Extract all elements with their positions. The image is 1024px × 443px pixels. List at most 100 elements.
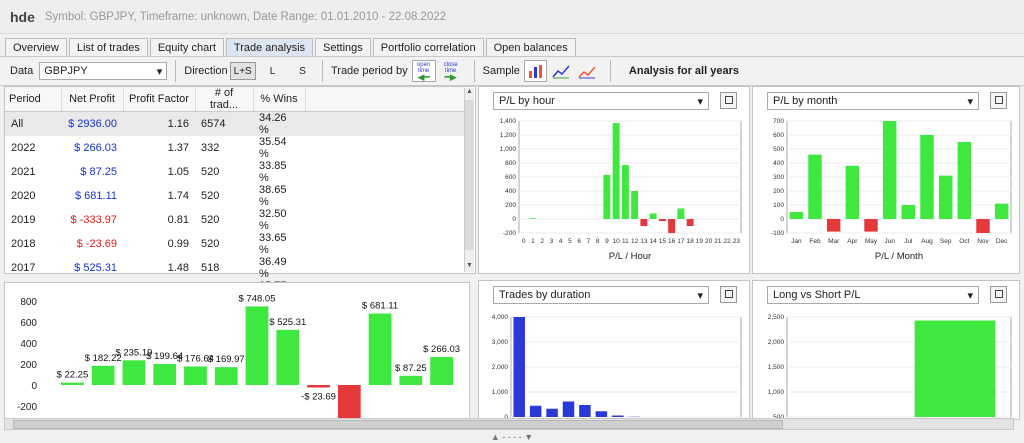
y-tick-label: -200 [17,402,37,413]
open-time-button[interactable]: open time ◀━ [411,60,436,82]
table-row[interactable]: 2017 $ 525.31 1.48 518 36.49 % [5,256,467,280]
y-tick-label: 200 [773,188,784,195]
column-header-profit-factor[interactable]: Profit Factor [123,87,196,112]
data-label: $ 22.25 [57,370,89,381]
y-tick-label: 1,000 [768,389,785,396]
bar [61,382,84,385]
oos-chart-icon [578,66,596,79]
table-scrollbar[interactable]: ▲ ▼ [464,88,474,272]
bar [845,165,860,219]
resize-handle[interactable]: ▲ - - - - ▼ [0,432,1024,443]
tab-portfolio-correlation[interactable]: Portfolio correlation [372,38,484,56]
tab-trade-analysis[interactable]: Trade analysis [225,38,314,56]
table-row[interactable]: 2019 $ -333.97 0.81 520 32.50 % [5,208,467,232]
tab-equity-chart[interactable]: Equity chart [149,38,224,56]
filler-cell [305,208,467,232]
maximize-icon[interactable] [720,286,737,303]
bar [914,320,996,417]
data-label: -$ 23.69 [301,391,336,402]
maximize-icon[interactable] [720,92,737,109]
toolbar-divider [321,60,323,82]
profit-factor-cell: 1.05 [167,166,189,178]
period-cell: 2019 [11,214,36,226]
bar [529,405,542,417]
wins-cell: 34.26 % [253,111,305,136]
direction-short-button[interactable]: S [295,62,310,80]
table-row[interactable]: All $ 2936.00 1.16 6574 34.26 % [5,111,467,136]
column-header-wins[interactable]: % Wins [253,87,306,112]
bar [957,142,972,219]
sample-oos-button[interactable] [576,60,599,82]
bar [994,203,1009,219]
y-tick-label: 0 [512,216,516,223]
x-tick-label: 15 [659,238,667,245]
direction-both-button[interactable]: L+S [229,62,256,80]
long-vs-short-select[interactable]: Long vs Short P/L ▾ [767,286,979,304]
x-tick-label: 14 [650,238,658,245]
period-cell: All [5,111,61,136]
trades-cell: 332 [201,142,220,154]
title-bar: hde Symbol: GBPJPY, Timeframe: unknown, … [0,0,1024,34]
x-tick-label: 4 [559,238,563,245]
y-tick-label: 400 [20,339,37,350]
period-cell: 2022 [11,142,36,154]
y-tick-label: 1,500 [768,364,785,371]
direction-long-button[interactable]: L [266,62,280,80]
column-header-period[interactable]: Period [5,87,62,112]
tab-overview[interactable]: Overview [5,38,67,56]
pl-by-month-select[interactable]: P/L by month ▾ [767,92,979,110]
period-cell: 2020 [11,190,36,202]
chevron-down-icon: ▾ [967,95,973,108]
bar [649,213,657,219]
x-tick-label: Jul [904,238,913,245]
scrollbar-thumb[interactable] [13,420,783,429]
x-tick-label: 18 [687,238,695,245]
maximize-icon[interactable] [990,92,1007,109]
filler-cell [305,256,467,280]
trades-by-duration-panel: Trades by duration ▾ 4,000 3,000 2,000 1,00… [478,280,750,420]
close-time-button[interactable]: close time ━▶ [439,60,463,82]
table-row[interactable]: 2022 $ 266.03 1.37 332 35.54 % [5,136,467,160]
bar [153,364,177,385]
tab-open-balances[interactable]: Open balances [485,38,576,56]
table-row[interactable]: 2021 $ 87.25 1.05 520 33.85 % [5,160,467,184]
maximize-icon[interactable] [990,286,1007,303]
long-vs-short-select-value: Long vs Short P/L [773,289,861,301]
bar [826,219,841,232]
bar [276,329,300,385]
pl-by-hour-select[interactable]: P/L by hour ▾ [493,92,709,110]
data-label: $ 681.11 [362,300,398,311]
x-tick-label: Mar [828,238,840,245]
y-tick-label: 4,000 [492,314,509,321]
y-tick-label: 100 [773,202,784,209]
x-tick-label: 0 [522,238,526,245]
data-select[interactable]: GBPJPY ▾ [39,62,168,80]
profit-factor-cell: 1.74 [167,190,189,202]
sample-is-button[interactable] [550,60,573,82]
tab-list-of-trades[interactable]: List of trades [68,38,148,56]
filler-cell [305,136,467,160]
scroll-down-icon: ▼ [466,262,473,269]
data-label: $ 748.05 [239,293,276,304]
pl-by-month-chart: 700 600 500 400 300 200 100 0 -100 Jan Feb Mar Apr Ma… [771,118,1012,262]
x-tick-label: 3 [550,238,554,245]
toolbar-divider [175,60,177,82]
table-row[interactable]: 2020 $ 681.11 1.74 520 38.65 % [5,184,467,208]
column-header-trades[interactable]: # of trad... [195,87,254,112]
scrollbar-thumb[interactable] [465,100,474,250]
y-tick-label: 800 [505,160,516,167]
column-header-net-profit[interactable]: Net Profit [61,87,124,112]
horizontal-scrollbar[interactable] [4,418,1014,430]
table-row[interactable]: 2018 $ -23.69 0.99 520 33.65 % [5,232,467,256]
tab-settings[interactable]: Settings [315,38,371,56]
sample-all-button[interactable] [523,60,547,82]
x-tick-label: 20 [705,238,713,245]
bar [901,205,916,219]
bar [668,219,676,233]
x-tick-label: 5 [568,238,572,245]
bar [529,218,537,219]
net-profit-cell: $ 681.11 [74,190,117,202]
x-tick-label: 9 [605,238,609,245]
trades-by-duration-select[interactable]: Trades by duration ▾ [493,286,709,304]
y-tick-label: 600 [773,132,784,139]
